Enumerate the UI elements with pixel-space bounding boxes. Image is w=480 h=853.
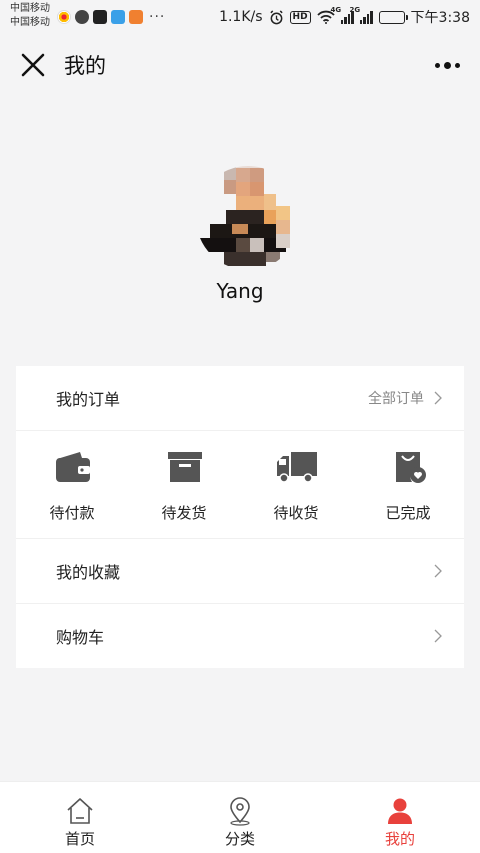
status-bar: 中国移动 中国移动 ··· 1.1K/s HD 4G 2G 下午3:38 [0,0,480,34]
status-pending-shipment[interactable]: 待发货 [128,432,240,538]
status-label: 待收货 [273,504,319,522]
blue-app-icon [111,10,125,24]
tiktok-icon [93,10,107,24]
alarm-icon [269,9,283,24]
status-completed[interactable]: 已完成 [352,432,464,538]
carrier-info: 中国移动 中国移动 [10,2,50,30]
status-pending-receipt[interactable]: 待收货 [240,432,352,538]
page-title: 我的 [64,54,106,78]
divider [16,430,464,431]
carrier-1: 中国移动 [10,3,50,14]
weibo-icon [57,10,71,24]
chat-icon [75,10,89,24]
favorites-chevron [434,564,442,578]
favorites-label: 我的收藏 [56,563,121,582]
all-orders-link[interactable]: 全部订单 [368,388,442,408]
orange-app-icon [129,10,143,24]
status-label: 待付款 [49,504,95,522]
chevron-right-icon [434,391,442,405]
status-pending-payment[interactable]: 待付款 [16,432,128,538]
chevron-right-icon [434,564,442,578]
carrier-2: 中国移动 [10,17,50,28]
my-orders-row[interactable]: 我的订单 全部订单 [16,366,464,430]
chevron-right-icon [434,629,442,643]
wallet-icon [56,452,90,482]
network-speed: 1.1K/s [219,9,263,25]
cart-label: 购物车 [56,628,105,647]
tab-label: 首页 [64,830,95,848]
more-dots-icon[interactable] [432,54,462,76]
cart-chevron [434,629,442,643]
orders-card: 我的订单 全部订单 待付款 待发货 待收货 已完成 我的收藏 购物车 [16,366,464,668]
cart-row[interactable]: 购物车 [16,604,464,668]
location-pin-icon [230,797,250,826]
screen: 中国移动 中国移动 ··· 1.1K/s HD 4G 2G 下午3:38 我的 … [0,0,480,853]
nav-bar: 我的 [0,40,480,90]
username: Yang [216,279,264,303]
clock: 下午3:38 [410,10,470,26]
tab-category[interactable]: 分类 [160,782,320,853]
status-label: 待发货 [161,504,207,522]
more-notifications-icon: ··· [149,9,166,25]
signal-1-tag: 4G [330,6,342,14]
close-icon[interactable] [20,52,46,78]
box-icon [168,452,202,482]
tab-label: 我的 [384,830,415,848]
avatar-image [196,166,300,270]
all-orders-label: 全部订单 [368,391,424,407]
status-label: 已完成 [385,504,431,522]
tab-label: 分类 [224,830,255,848]
favorites-row[interactable]: 我的收藏 [16,539,464,603]
my-orders-label: 我的订单 [56,390,121,409]
home-icon [67,798,93,824]
status-indicators: 1.1K/s HD 4G 2G 下午3:38 [219,6,470,27]
hd-badge: HD [289,10,311,24]
signal-icon-2: 2G [350,6,373,24]
tab-mine[interactable]: 我的 [320,782,480,853]
avatar[interactable] [196,166,300,270]
tab-bar: 首页 分类 我的 [0,781,480,853]
signal-2-tag: 2G [349,6,361,14]
tab-home[interactable]: 首页 [0,782,160,853]
order-status-grid: 待付款 待发货 待收货 已完成 [16,432,464,538]
notification-icons: ··· [57,9,165,25]
battery-icon [378,10,408,24]
truck-icon [277,452,317,483]
bag-heart-icon [396,452,426,483]
user-icon [388,798,412,824]
